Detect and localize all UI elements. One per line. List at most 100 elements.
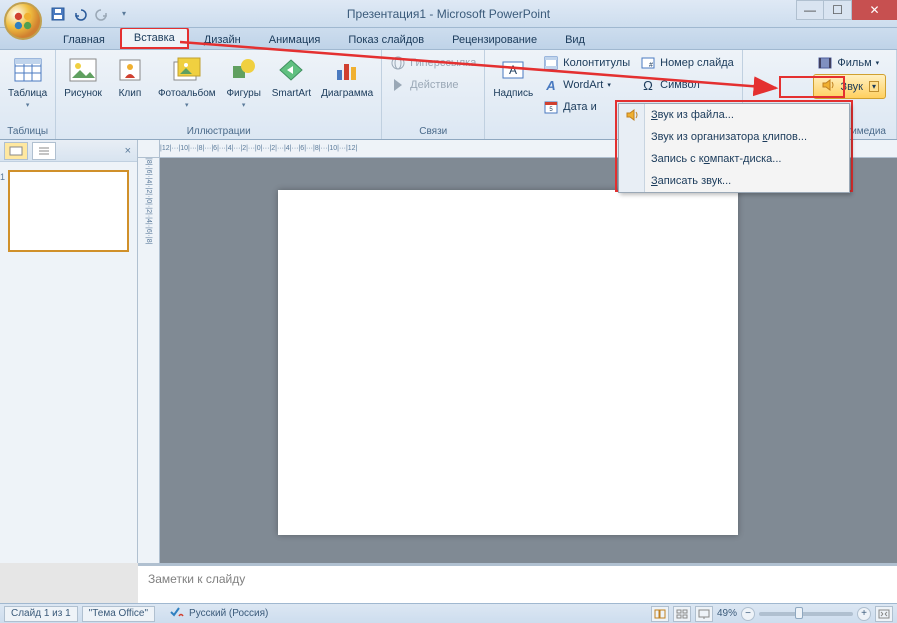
spellcheck-icon[interactable]: [169, 605, 185, 622]
svg-text:#: #: [649, 62, 653, 69]
album-button[interactable]: Фотоальбом ▾: [154, 52, 220, 111]
maximize-button[interactable]: ☐: [824, 0, 852, 20]
panel-close-button[interactable]: ×: [125, 145, 131, 157]
movie-button[interactable]: Фильм ▾: [813, 52, 886, 74]
status-bar: Слайд 1 из 1 "Тема Office" Русский (Росс…: [0, 603, 897, 623]
picture-button[interactable]: Рисунок: [60, 52, 106, 101]
status-slide-count[interactable]: Слайд 1 из 1: [4, 606, 78, 622]
save-icon[interactable]: [50, 6, 66, 22]
notes-pane[interactable]: Заметки к слайду: [138, 563, 897, 603]
dropdown-arrow-icon: ▾: [607, 81, 611, 89]
menu-sound-from-file[interactable]: Звук из файла...: [619, 104, 849, 126]
outline-tab[interactable]: [32, 142, 56, 160]
undo-icon[interactable]: [72, 6, 88, 22]
ribbon-group-links: Гиперссылка Действие Связи: [382, 50, 485, 139]
slides-tab[interactable]: [4, 142, 28, 160]
headerfooter-button[interactable]: Колонтитулы: [539, 52, 634, 74]
zoom-out-button[interactable]: −: [741, 607, 755, 621]
window-controls: — ☐ ✕: [796, 0, 897, 20]
chart-button[interactable]: Диаграмма: [317, 52, 377, 101]
ribbon-tabs: Главная Вставка Дизайн Анимация Показ сл…: [0, 28, 897, 50]
clip-button[interactable]: Клип: [108, 52, 152, 101]
zoom-percent[interactable]: 49%: [717, 608, 737, 619]
datetime-label: Дата и: [563, 101, 597, 113]
dropdown-arrow-icon: ▾: [185, 101, 189, 109]
sound-button[interactable]: Звук ▾: [813, 74, 886, 99]
slide-number: 1: [0, 172, 5, 182]
picture-label: Рисунок: [64, 88, 102, 99]
slideshow-view-icon: [698, 609, 710, 619]
office-button[interactable]: [4, 2, 42, 40]
textbox-button[interactable]: A Надпись: [489, 52, 537, 101]
tab-animation[interactable]: Анимация: [256, 30, 334, 49]
slides-panel: × 1: [0, 140, 138, 563]
symbol-button[interactable]: Ω Символ: [636, 74, 738, 96]
headerfooter-icon: [543, 55, 559, 71]
ribbon-group-tables: Таблица ▾ Таблицы: [0, 50, 56, 139]
sound-label: Звук: [840, 81, 863, 93]
dropdown-arrow-icon: ▾: [26, 101, 30, 109]
sorter-view-icon: [676, 609, 688, 619]
status-language[interactable]: Русский (Россия): [189, 608, 268, 619]
album-label: Фотоальбом: [158, 88, 216, 99]
smartart-button[interactable]: SmartArt: [268, 52, 315, 101]
illustrations-group-label: Иллюстрации: [60, 124, 377, 139]
tab-design[interactable]: Дизайн: [191, 30, 254, 49]
sound-icon: [624, 107, 640, 123]
sorter-view-button[interactable]: [673, 606, 691, 622]
slide-thumbnail-1[interactable]: 1: [8, 170, 129, 252]
menu-label: Звук из организатора клипов...: [651, 131, 807, 143]
action-icon: [390, 77, 406, 93]
outline-view-icon: [37, 146, 51, 156]
fit-window-button[interactable]: [875, 606, 893, 622]
shapes-icon: [228, 54, 260, 86]
zoom-slider-thumb[interactable]: [795, 607, 803, 619]
movie-label: Фильм: [837, 57, 871, 69]
chart-label: Диаграмма: [321, 88, 373, 99]
wordart-button[interactable]: A WordArt ▾: [539, 74, 634, 96]
title-bar: ▾ Презентация1 - Microsoft PowerPoint — …: [0, 0, 897, 28]
menu-record-sound[interactable]: Записать звук...: [619, 170, 849, 192]
sound-icon: [820, 77, 836, 96]
action-button[interactable]: Действие: [386, 74, 480, 96]
normal-view-button[interactable]: [651, 606, 669, 622]
ruler-corner: [138, 140, 160, 158]
table-button[interactable]: Таблица ▾: [4, 52, 51, 111]
tab-home[interactable]: Главная: [50, 30, 118, 49]
normal-view-icon: [654, 609, 666, 619]
qat-dropdown-icon[interactable]: ▾: [116, 6, 132, 22]
menu-label: Звук из файла...: [651, 109, 734, 121]
dropdown-arrow-icon: ▾: [869, 81, 879, 92]
zoom-in-button[interactable]: +: [857, 607, 871, 621]
slidenumber-icon: #: [640, 55, 656, 71]
smartart-icon: [275, 54, 307, 86]
slidenumber-button[interactable]: # Номер слайда: [636, 52, 738, 74]
zoom-slider[interactable]: [759, 612, 853, 616]
shapes-button[interactable]: Фигуры ▾: [222, 52, 266, 111]
textbox-label: Надпись: [493, 88, 533, 99]
tab-insert[interactable]: Вставка: [120, 27, 189, 49]
window-title: Презентация1 - Microsoft PowerPoint: [347, 7, 550, 21]
tab-review[interactable]: Рецензирование: [439, 30, 550, 49]
dropdown-arrow-icon: ▾: [242, 101, 246, 109]
dropdown-arrow-icon: ▾: [876, 59, 880, 67]
svg-text:A: A: [509, 63, 517, 77]
slide-canvas[interactable]: [278, 190, 738, 535]
status-theme[interactable]: "Тема Office": [82, 606, 155, 622]
slideshow-view-button[interactable]: [695, 606, 713, 622]
hyperlink-icon: [390, 55, 406, 71]
quick-access-toolbar: ▾: [50, 6, 132, 22]
headerfooter-label: Колонтитулы: [563, 57, 630, 69]
table-icon: [12, 54, 44, 86]
hyperlink-button[interactable]: Гиперссылка: [386, 52, 480, 74]
minimize-button[interactable]: —: [796, 0, 824, 20]
menu-sound-from-cd[interactable]: Запись с компакт-диска...: [619, 148, 849, 170]
redo-icon[interactable]: [94, 6, 110, 22]
chart-icon: [331, 54, 363, 86]
tab-view[interactable]: Вид: [552, 30, 598, 49]
tab-slideshow[interactable]: Показ слайдов: [335, 30, 437, 49]
close-button[interactable]: ✕: [852, 0, 897, 20]
menu-sound-from-organizer[interactable]: Звук из организатора клипов...: [619, 126, 849, 148]
smartart-label: SmartArt: [272, 88, 311, 99]
links-group-label: Связи: [386, 124, 480, 139]
